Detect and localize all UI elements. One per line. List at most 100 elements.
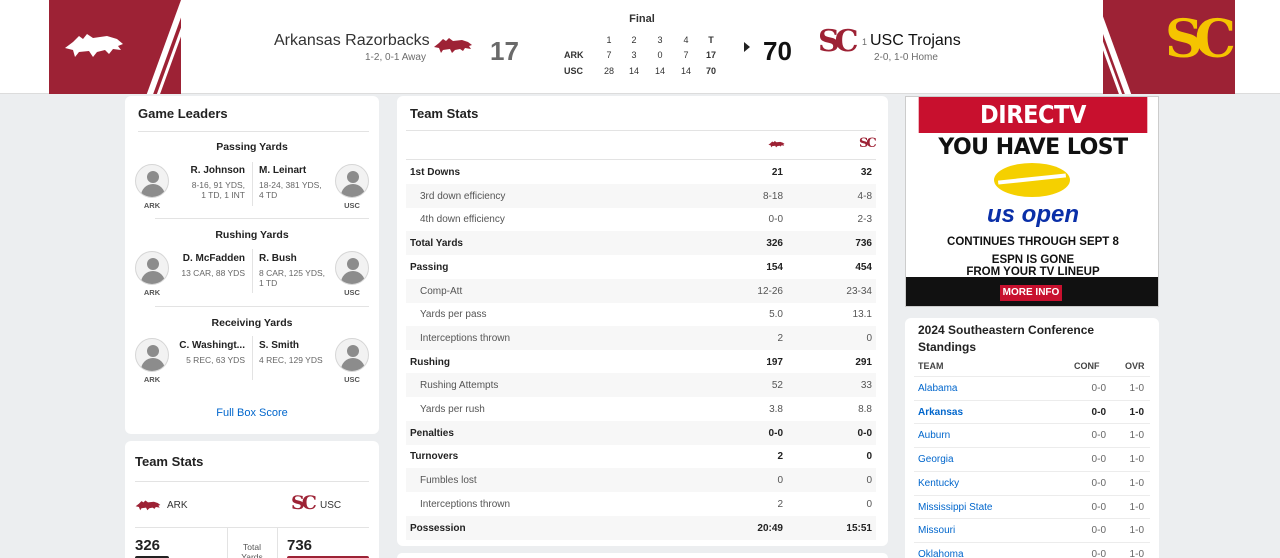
standings-row: Georgia 0-0 1-0 [914,447,1150,471]
stat-row: Interceptions thrown 2 0 [406,492,876,516]
usc-logo-icon: SC [291,492,317,514]
home-team-name[interactable]: USC Trojans [870,32,961,50]
away-total-yards: 326 [135,537,161,554]
next-card [397,553,888,558]
leader-name[interactable]: R. Bush [259,253,297,264]
winner-arrow-icon [744,42,750,52]
leader-section-title: Passing Yards [216,141,288,153]
stat-label: Total Yards [410,238,463,250]
home-stat-value: 23-34 [846,285,872,297]
stat-label: Possession [410,522,466,534]
ad-headline: DIRECTV CUSTOMERS [918,97,1148,165]
stat-label: 3rd down efficiency [420,190,506,202]
leader-name[interactable]: R. Johnson [191,165,245,176]
linescore-cell: 14 [654,66,665,76]
full-box-score-link[interactable]: Full Box Score [125,407,379,419]
avatar-team-label: USC [344,288,360,297]
away-stat-value: 326 [766,238,783,250]
advertisement[interactable]: DIRECTV CUSTOMERS YOU HAVE LOST us open … [905,96,1159,307]
leader-name[interactable]: D. McFadden [183,253,245,264]
home-stat-value: 454 [855,261,872,273]
razorback-icon [135,500,161,511]
razorback-icon [768,141,785,148]
stat-label: Yards per pass [420,309,487,321]
leader-name[interactable]: S. Smith [259,340,299,351]
standings-team-link[interactable]: Missouri [918,525,955,536]
conf-record: 0-0 [1091,454,1106,466]
arkansas-banner[interactable] [49,0,181,94]
standings-team-link[interactable]: Oklahoma [918,549,964,558]
leader-name[interactable]: M. Leinart [259,165,306,176]
home-stat-value: 0 [866,332,872,344]
razorback-icon[interactable] [433,36,473,54]
conf-record: 0-0 [1091,501,1106,513]
conf-record: 0-0 [1091,383,1106,394]
away-stat-value: 154 [766,261,783,273]
leader-name[interactable]: C. Washingt... [179,340,245,351]
home-score: 70 [763,36,792,66]
stat-label: Comp-Att [420,285,463,297]
total-yards-label: Total Yards [241,542,263,558]
team-stats-title: Team Stats [410,106,479,121]
stat-label: Passing [410,261,449,273]
linescore-cell: 14 [628,66,639,76]
standings-row: Oklahoma 0-0 1-0 [914,541,1150,558]
away-team-name[interactable]: Arkansas Razorbacks [274,32,430,50]
team-stats-summary-card: Team Stats ARK SC USC 326 Total Yards 73… [125,441,379,558]
period-label: 3 [657,35,663,45]
linescore-cell: 14 [680,66,691,76]
player-avatar[interactable] [335,164,369,198]
away-stat-value: 20:49 [757,522,783,534]
home-stat-value: 0 [866,475,872,487]
player-avatar[interactable] [335,338,369,372]
stat-row: Passing 154 454 [406,255,876,279]
usc-banner[interactable]: SC [1103,0,1235,94]
overall-record: 1-0 [1129,501,1144,513]
divider [252,249,253,293]
player-avatar[interactable] [335,251,369,285]
away-team-record: 1-2, 0-1 Away [365,52,426,63]
leader-stat: 5 REC, 63 YDS [186,355,245,365]
standings-team-link[interactable]: Mississippi State [918,502,992,513]
stat-label: Yards per rush [420,404,485,415]
divider [135,481,369,482]
stat-row: Yards per rush 3.8 8.8 [406,397,876,421]
conf-record: 0-0 [1091,430,1106,442]
standings-title[interactable]: 2024 Southeastern Conference Standings [918,322,1118,356]
overall-record: 1-0 [1129,454,1144,466]
standings-team-link[interactable]: Arkansas [918,407,963,418]
home-stat-value: 0 [866,498,872,510]
away-abbr: ARK [167,500,188,511]
home-stat-value: 291 [855,356,872,368]
standings-team-link[interactable]: Georgia [918,454,954,465]
stat-row: Penalties 0-0 0-0 [406,420,876,445]
home-stat-value: 13.1 [852,309,872,321]
stat-row: Rushing Attempts 52 33 [406,373,876,398]
player-avatar[interactable] [135,164,169,198]
ad-subheadline: YOU HAVE LOST [938,135,1128,160]
leader-stat: 13 CAR, 88 YDS [181,268,245,278]
linescore-cell: 0 [657,50,663,60]
home-abbr: USC [320,500,342,511]
standings-team-link[interactable]: Alabama [918,383,957,394]
home-stat-value: 8.8 [858,404,872,415]
stat-label: Interceptions thrown [420,332,511,344]
leader-stat: 4 TD [259,190,278,200]
home-stat-value: 15:51 [846,522,872,534]
divider [138,131,369,132]
ad-more-info-button[interactable]: MORE INFO [1000,285,1062,301]
conf-record: 0-0 [1091,477,1106,489]
divider [252,162,253,206]
linescore-team: ARK [564,50,584,60]
overall-record: 1-0 [1129,548,1144,558]
razorback-logo-icon [65,34,123,57]
player-avatar[interactable] [135,251,169,285]
stat-row: 4th down efficiency 0-0 2-3 [406,207,876,231]
stat-row: Comp-Att 12-26 23-34 [406,278,876,303]
player-avatar[interactable] [135,338,169,372]
usc-sc-logo-icon: SC [1165,9,1235,70]
standings-team-link[interactable]: Auburn [918,430,950,441]
usc-logo-icon[interactable]: SC [818,27,858,57]
stat-label: Penalties [410,427,454,439]
standings-team-link[interactable]: Kentucky [918,478,959,489]
